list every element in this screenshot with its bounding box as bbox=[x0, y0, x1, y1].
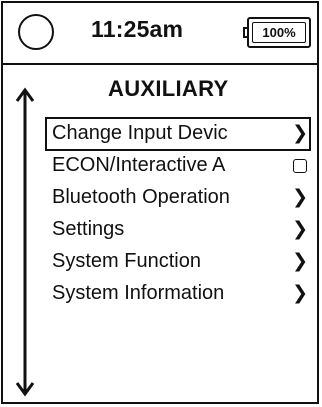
chevron-right-icon: ❯ bbox=[292, 283, 308, 304]
menu-item-label: Change Input Devic bbox=[52, 122, 228, 144]
chevron-right-icon: ❯ bbox=[292, 251, 308, 272]
menu-item-label: ECON/Interactive A bbox=[52, 154, 226, 176]
battery-icon: 100% bbox=[243, 17, 311, 48]
menu-item-settings[interactable]: Settings ❯ bbox=[46, 214, 310, 246]
status-bar: 11:25am 100% bbox=[3, 3, 317, 65]
menu-item-label: System Information bbox=[52, 282, 225, 304]
chevron-right-icon: ❯ bbox=[292, 187, 308, 208]
menu-item-label: Settings bbox=[52, 218, 125, 240]
menu-item-change-input-device[interactable]: Change Input Devic ❯ bbox=[45, 117, 311, 151]
checkbox-icon[interactable] bbox=[293, 159, 307, 173]
chevron-right-icon: ❯ bbox=[292, 123, 308, 144]
menu-list: Change Input Devic ❯ ECON/Interactive A … bbox=[45, 117, 318, 310]
clock-time: 11:25am bbox=[91, 16, 184, 42]
menu-item-label: Bluetooth Operation bbox=[52, 186, 230, 208]
chevron-right-icon: ❯ bbox=[292, 219, 308, 240]
screen-title: AUXILIARY bbox=[108, 76, 229, 101]
menu-item-system-information[interactable]: System Information ❯ bbox=[46, 278, 310, 310]
device-screen: 11:25am 100% AUXILIARY Change Input Devi… bbox=[1, 1, 319, 404]
menu-item-system-function[interactable]: System Function ❯ bbox=[46, 246, 310, 278]
battery-level-label: 100% bbox=[252, 22, 306, 43]
battery-terminal bbox=[243, 27, 247, 38]
menu-item-label: System Function bbox=[52, 250, 201, 272]
scroll-indicator[interactable] bbox=[15, 87, 35, 397]
power-button-icon[interactable] bbox=[18, 14, 54, 50]
menu-item-econ-interactive[interactable]: ECON/Interactive A bbox=[46, 150, 310, 182]
menu-item-bluetooth-operation[interactable]: Bluetooth Operation ❯ bbox=[46, 182, 310, 214]
